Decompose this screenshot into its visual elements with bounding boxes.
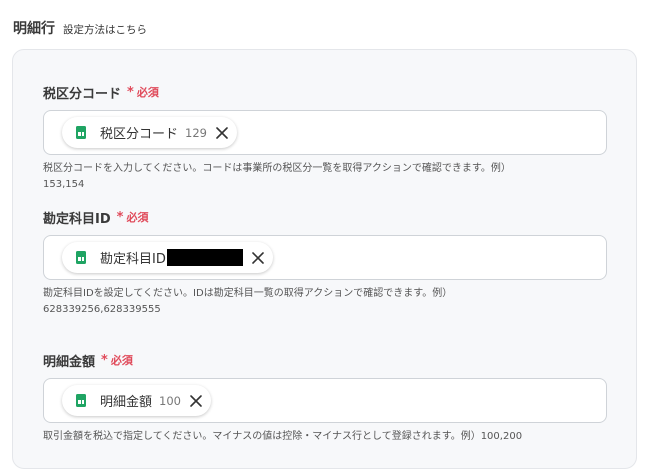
tax-code-field: 税区分コード * 必須 税区分コード 129 税区分コードを入力してください。コ… bbox=[43, 83, 607, 193]
help-text: 取引金額を税込で指定してください。マイナスの値は控除・マイナス行として登録されま… bbox=[43, 431, 523, 442]
spreadsheet-icon bbox=[76, 126, 86, 139]
field-label-text: 勘定科目ID bbox=[43, 211, 111, 227]
required-indicator: * 必須 bbox=[101, 352, 133, 368]
help-text: 税区分コードを入力してください。コードは事業所の税区分一覧を取得アクションで確認… bbox=[43, 163, 511, 190]
required-indicator: * 必須 bbox=[117, 209, 149, 225]
account-id-input[interactable]: 勘定科目ID bbox=[43, 235, 607, 280]
required-text: 必須 bbox=[110, 354, 133, 367]
close-icon[interactable] bbox=[189, 394, 203, 408]
account-id-field: 勘定科目ID * 必須 勘定科目ID 勘定科目IDを設定してください。IDは勘定… bbox=[43, 208, 607, 318]
amount-field: 明細金額 * 必須 明細金額 100 取引金額を税込で指定してください。マイナス… bbox=[43, 351, 607, 445]
chip-label: 税区分コード bbox=[100, 127, 179, 142]
required-asterisk: * bbox=[101, 352, 108, 368]
variable-chip[interactable]: 税区分コード 129 bbox=[62, 117, 237, 148]
field-label: 明細金額 * 必須 bbox=[43, 351, 607, 370]
line-item-panel: 税区分コード * 必須 税区分コード 129 税区分コードを入力してください。コ… bbox=[12, 49, 637, 469]
close-icon[interactable] bbox=[215, 126, 229, 140]
field-label-text: 税区分コード bbox=[43, 86, 122, 102]
spreadsheet-icon bbox=[76, 394, 86, 407]
amount-input[interactable]: 明細金額 100 bbox=[43, 378, 607, 423]
required-text: 必須 bbox=[136, 86, 159, 99]
chip-label: 明細金額 bbox=[100, 395, 153, 410]
required-asterisk: * bbox=[127, 84, 134, 100]
close-icon[interactable] bbox=[251, 251, 265, 265]
field-label: 勘定科目ID * 必須 bbox=[43, 208, 607, 227]
section-header: 明細行 設定方法はこちら bbox=[13, 18, 147, 38]
field-label-text: 明細金額 bbox=[43, 354, 96, 370]
chip-value: 129 bbox=[185, 125, 207, 140]
chip-label: 勘定科目ID bbox=[100, 252, 166, 267]
variable-chip[interactable]: 勘定科目ID bbox=[62, 242, 273, 273]
required-text: 必須 bbox=[126, 211, 149, 224]
field-label: 税区分コード * 必須 bbox=[43, 83, 607, 102]
redacted-value bbox=[166, 249, 243, 266]
spreadsheet-icon bbox=[76, 251, 86, 264]
required-asterisk: * bbox=[116, 209, 124, 225]
help-text: 勘定科目IDを設定してください。IDは勘定科目一覧の取得アクションで確認できます… bbox=[43, 288, 453, 315]
required-indicator: * 必須 bbox=[127, 84, 159, 100]
chip-value: 100 bbox=[159, 393, 181, 408]
variable-chip[interactable]: 明細金額 100 bbox=[62, 385, 211, 416]
settings-help-link[interactable]: 設定方法はこちら bbox=[63, 22, 147, 37]
section-title: 明細行 bbox=[13, 21, 55, 37]
tax-code-input[interactable]: 税区分コード 129 bbox=[43, 110, 607, 155]
